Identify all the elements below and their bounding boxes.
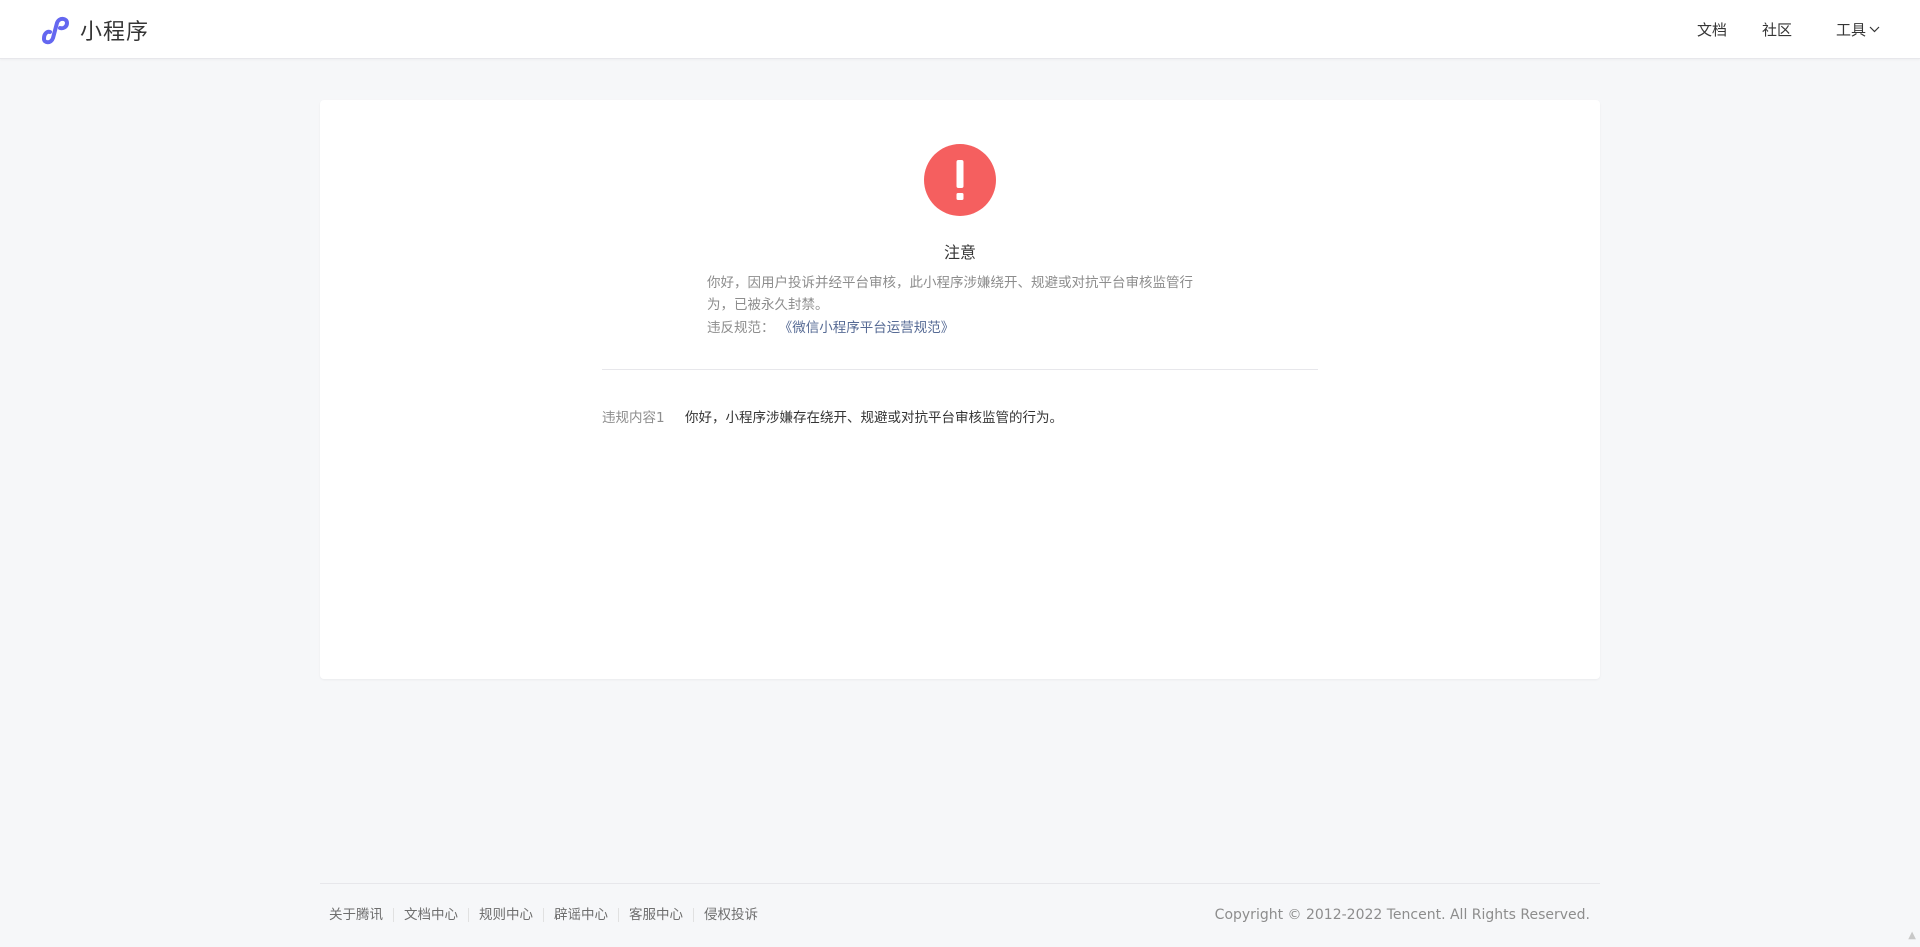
footer-link-support-center[interactable]: 客服中心	[618, 908, 693, 922]
footer-divider	[320, 883, 1600, 884]
violation-label: 违规内容1	[602, 410, 665, 426]
nav-community-link[interactable]: 社区	[1762, 19, 1792, 40]
footer-link-docs-center[interactable]: 文档中心	[393, 908, 468, 922]
chevron-down-icon	[1869, 26, 1880, 33]
nav-docs-link[interactable]: 文档	[1697, 19, 1727, 40]
operation-rules-link[interactable]: 《微信小程序平台运营规范》	[779, 320, 955, 336]
miniprogram-logo-icon	[42, 16, 70, 45]
app-title: 小程序	[80, 20, 150, 45]
top-nav: 文档 社区 工具	[1697, 0, 1880, 59]
notice-title: 注意	[943, 243, 976, 262]
footer-links: 关于腾讯 文档中心 规则中心 辟谣中心 客服中心 侵权投诉	[329, 905, 768, 925]
nav-tools-label: 工具	[1835, 21, 1866, 39]
notice-description: 你好，因用户投诉并经平台审核，此小程序涉嫌绕开、规避或对抗平台审核监管行为，已被…	[707, 275, 1193, 313]
violated-rule-label: 违反规范：	[707, 320, 775, 336]
footer-link-infringement-report[interactable]: 侵权投诉	[693, 908, 768, 922]
exclamation-glyph	[956, 160, 964, 200]
footer-link-about-tencent[interactable]: 关于腾讯	[329, 908, 393, 922]
footer-link-rules-center[interactable]: 规则中心	[468, 908, 543, 922]
violation-item: 违规内容1 你好，小程序涉嫌存在绕开、规避或对抗平台审核监管的行为。	[602, 407, 1318, 429]
footer-link-rumor-center[interactable]: 辟谣中心	[543, 908, 618, 922]
miniprogram-logo[interactable]: 小程序	[38, 14, 149, 46]
nav-tools-dropdown[interactable]: 工具	[1836, 19, 1880, 40]
copyright-text: Copyright © 2012-2022 Tencent. All Right…	[1214, 907, 1590, 923]
section-divider	[602, 369, 1318, 370]
violated-rule-line: 违反规范： 《微信小程序平台运营规范》	[707, 317, 1227, 339]
exclamation-icon	[924, 144, 996, 216]
violation-text: 你好，小程序涉嫌存在绕开、规避或对抗平台审核监管的行为。	[685, 410, 1063, 426]
top-navigation-bar: 小程序 文档 社区 工具	[0, 0, 1920, 59]
corner-icon: ▲	[1908, 930, 1916, 941]
